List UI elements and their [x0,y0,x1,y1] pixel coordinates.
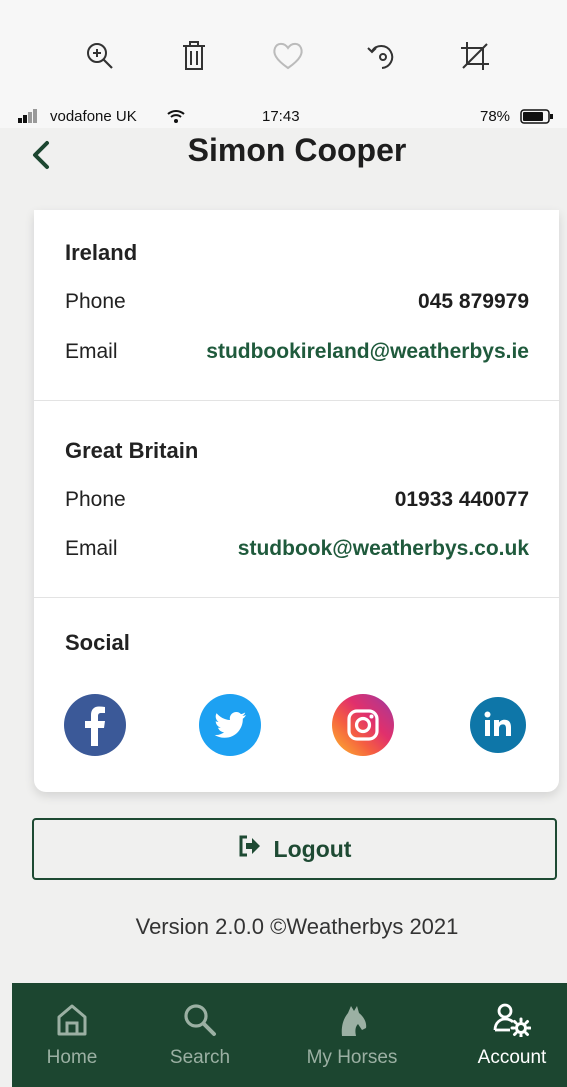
divider [34,597,559,598]
heart-icon[interactable] [266,34,310,78]
battery-percent: 78% [480,108,511,125]
instagram-icon[interactable] [332,694,394,756]
tab-my-horses-label: My Horses [306,1047,398,1068]
battery-icon [520,109,554,128]
great-britain-email-link[interactable]: studbook@weatherbys.co.uk [238,537,529,561]
linkedin-icon[interactable] [470,697,526,753]
ireland-phone-label: Phone [65,290,126,313]
crop-icon[interactable] [453,34,497,78]
great-britain-phone-link[interactable]: 01933 440077 [395,488,529,512]
account-settings-icon [493,1003,531,1037]
logout-label: Logout [273,835,352,862]
tab-account-label: Account [477,1047,547,1068]
twitter-icon[interactable] [199,694,261,756]
social-heading: Social [65,630,130,655]
zoom-in-icon[interactable] [78,34,122,78]
wifi-icon [166,108,186,128]
status-bar: vodafone UK 17:43 78% [0,106,567,128]
facebook-icon[interactable] [64,694,126,756]
carrier-label: vodafone UK [50,108,137,125]
tab-search[interactable]: Search [158,983,242,1087]
logout-button[interactable]: Logout [32,818,557,880]
ireland-email-link[interactable]: studbookireland@weatherbys.ie [206,340,529,364]
home-icon [55,1003,89,1037]
contact-card: Ireland Phone 045 879979 Email studbooki… [34,210,559,792]
ireland-phone-link[interactable]: 045 879979 [418,290,529,314]
rotate-icon[interactable] [360,34,404,78]
version-text: Version 2.0.0 ©Weatherbys 2021 [135,914,459,939]
ireland-email-label: Email [65,340,118,363]
photo-toolbar [0,0,567,108]
tab-my-horses[interactable]: My Horses [297,983,407,1087]
horse-icon [335,1003,369,1037]
divider [34,400,559,401]
sign-out-icon [238,835,262,863]
great-britain-email-label: Email [65,537,118,560]
tab-account[interactable]: Account [467,983,557,1087]
tab-search-label: Search [169,1047,231,1068]
page-title: Simon Cooper [187,132,407,168]
tab-home-label: Home [46,1047,98,1068]
clock: 17:43 [262,108,300,125]
signal-icon [18,109,48,127]
ireland-heading: Ireland [65,240,138,265]
search-icon [182,1003,218,1037]
great-britain-phone-label: Phone [65,488,126,511]
great-britain-heading: Great Britain [65,438,199,463]
trash-icon[interactable] [172,34,216,78]
tab-bar: Home Search My Horses Account [12,983,567,1087]
nav-bar: Simon Cooper [0,128,567,208]
tab-home[interactable]: Home [34,983,110,1087]
